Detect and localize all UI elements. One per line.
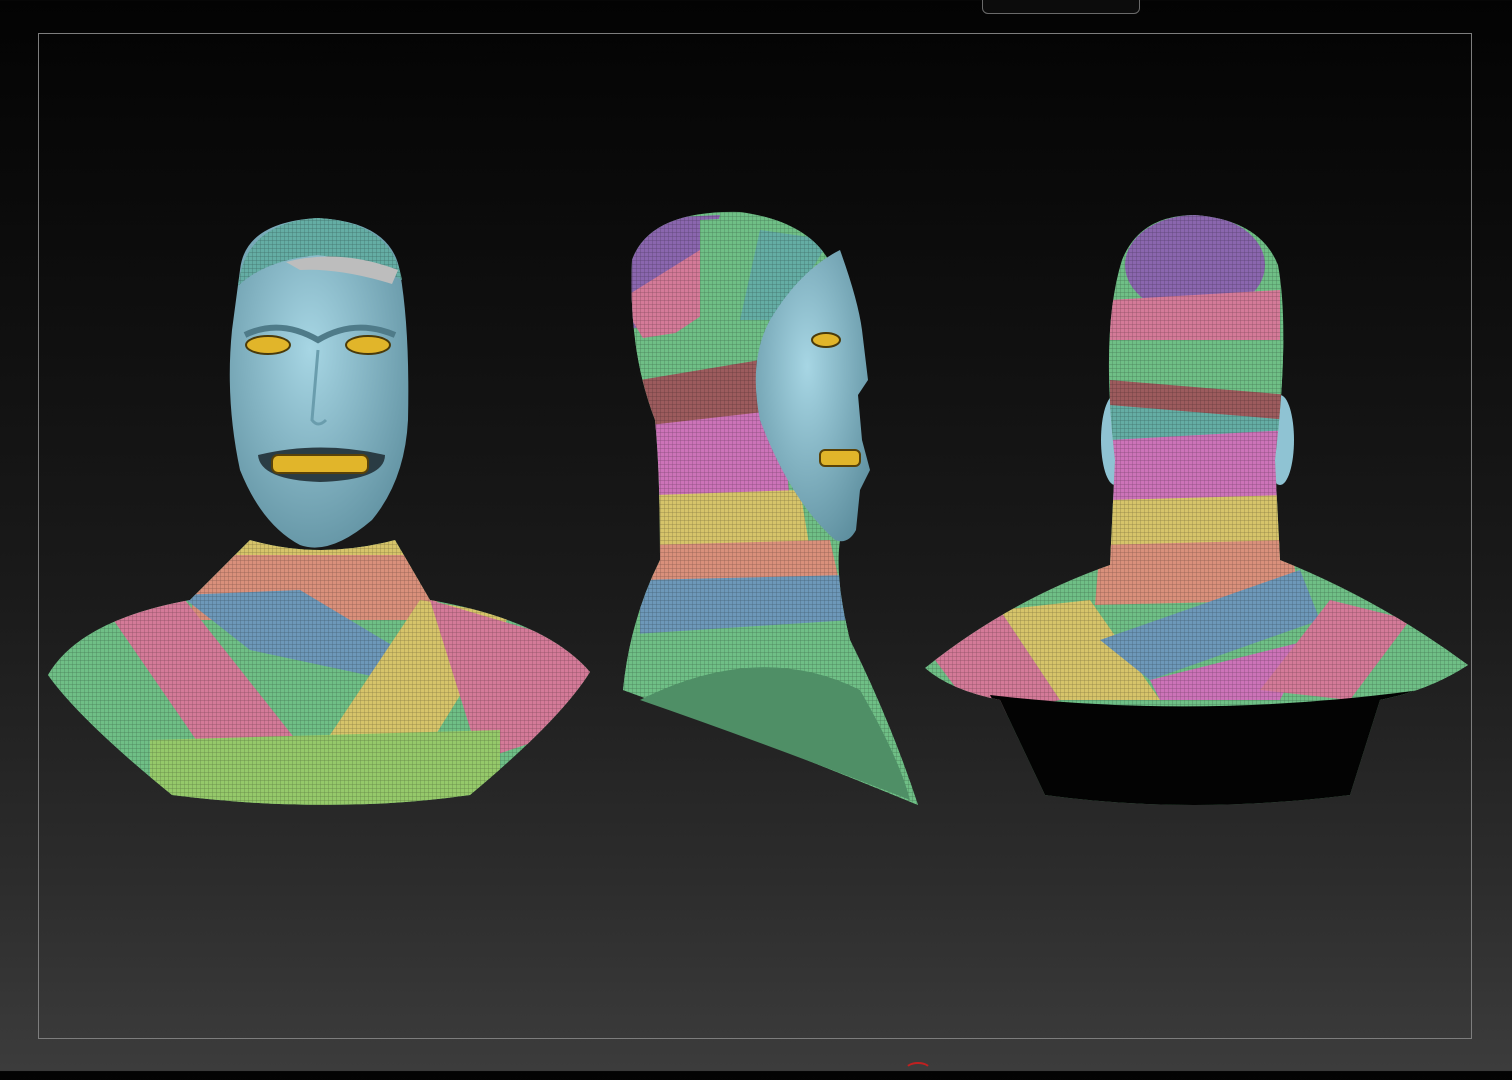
cursor-indicator-icon [904,1062,932,1080]
back-view-bust[interactable] [920,200,1480,820]
side-eye-icon [811,332,841,348]
side-view-bust[interactable] [600,200,930,820]
right-eye-icon [345,335,391,355]
viewport-canvas[interactable] [0,0,1512,1071]
left-eye-icon [245,335,291,355]
front-view-bust[interactable] [40,218,600,820]
